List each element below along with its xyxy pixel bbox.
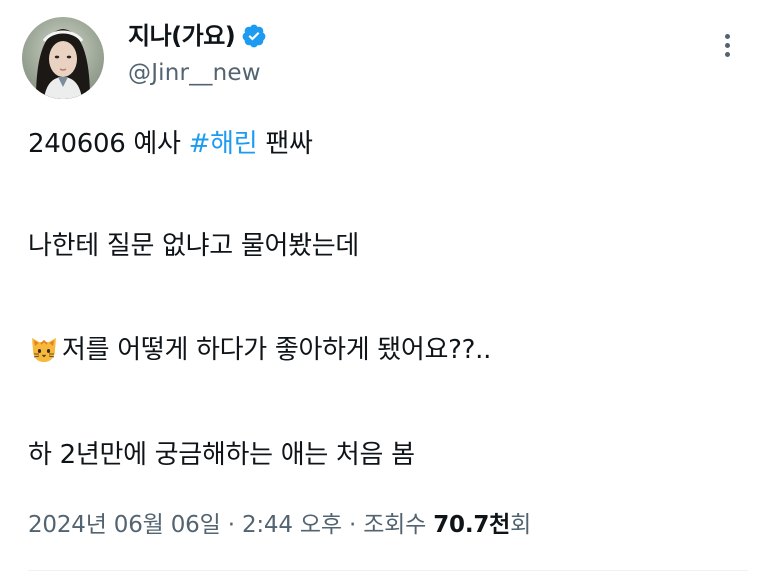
display-name[interactable]: 지나(가요) <box>128 19 236 53</box>
tweet-meta: 2024년 06월 06일 · 2:44 오후 · 조회수 70.7천회 <box>28 508 531 542</box>
avatar[interactable] <box>22 17 104 99</box>
views-label: 조회수 <box>363 512 427 538</box>
verified-badge-icon <box>241 23 267 49</box>
tweet-text-prefix: 240606 예사 <box>28 129 189 159</box>
author-name-row: 지나(가요) <box>128 19 267 53</box>
views-suffix: 회 <box>510 512 532 538</box>
meta-separator: · <box>227 512 235 538</box>
cat-face-emoji-icon <box>28 332 60 364</box>
tweet-text-line-3: 저를 어떻게 하다가 좋아하게 됐어요??.. <box>62 335 492 365</box>
tweet-line-1: 240606 예사 #해린 팬싸 <box>28 125 313 163</box>
tweet-line-2: 나한테 질문 없냐고 물어봤는데 <box>28 231 359 261</box>
tweet-line-3: 저를 어떻게 하다가 좋아하게 됐어요??.. <box>28 331 491 369</box>
avatar-image <box>22 17 104 99</box>
author-handle[interactable]: @Jinr__new <box>128 57 261 89</box>
more-options-icon[interactable] <box>717 34 737 64</box>
tweet-date[interactable]: 2024년 06월 06일 <box>28 512 221 538</box>
tweet-time[interactable]: 2:44 오후 <box>242 512 342 538</box>
views-count[interactable]: 70.7천 <box>433 512 510 538</box>
divider <box>28 570 748 571</box>
hashtag-link[interactable]: #해린 <box>189 129 258 159</box>
tweet-text-suffix: 팬싸 <box>257 129 313 159</box>
meta-separator: · <box>348 512 357 538</box>
tweet-line-4: 하 2년만에 궁금해하는 애는 처음 봄 <box>28 440 415 470</box>
tweet: 지나(가요) @Jinr__new 240606 예사 #해린 팬싸 나한테 질… <box>0 0 768 582</box>
